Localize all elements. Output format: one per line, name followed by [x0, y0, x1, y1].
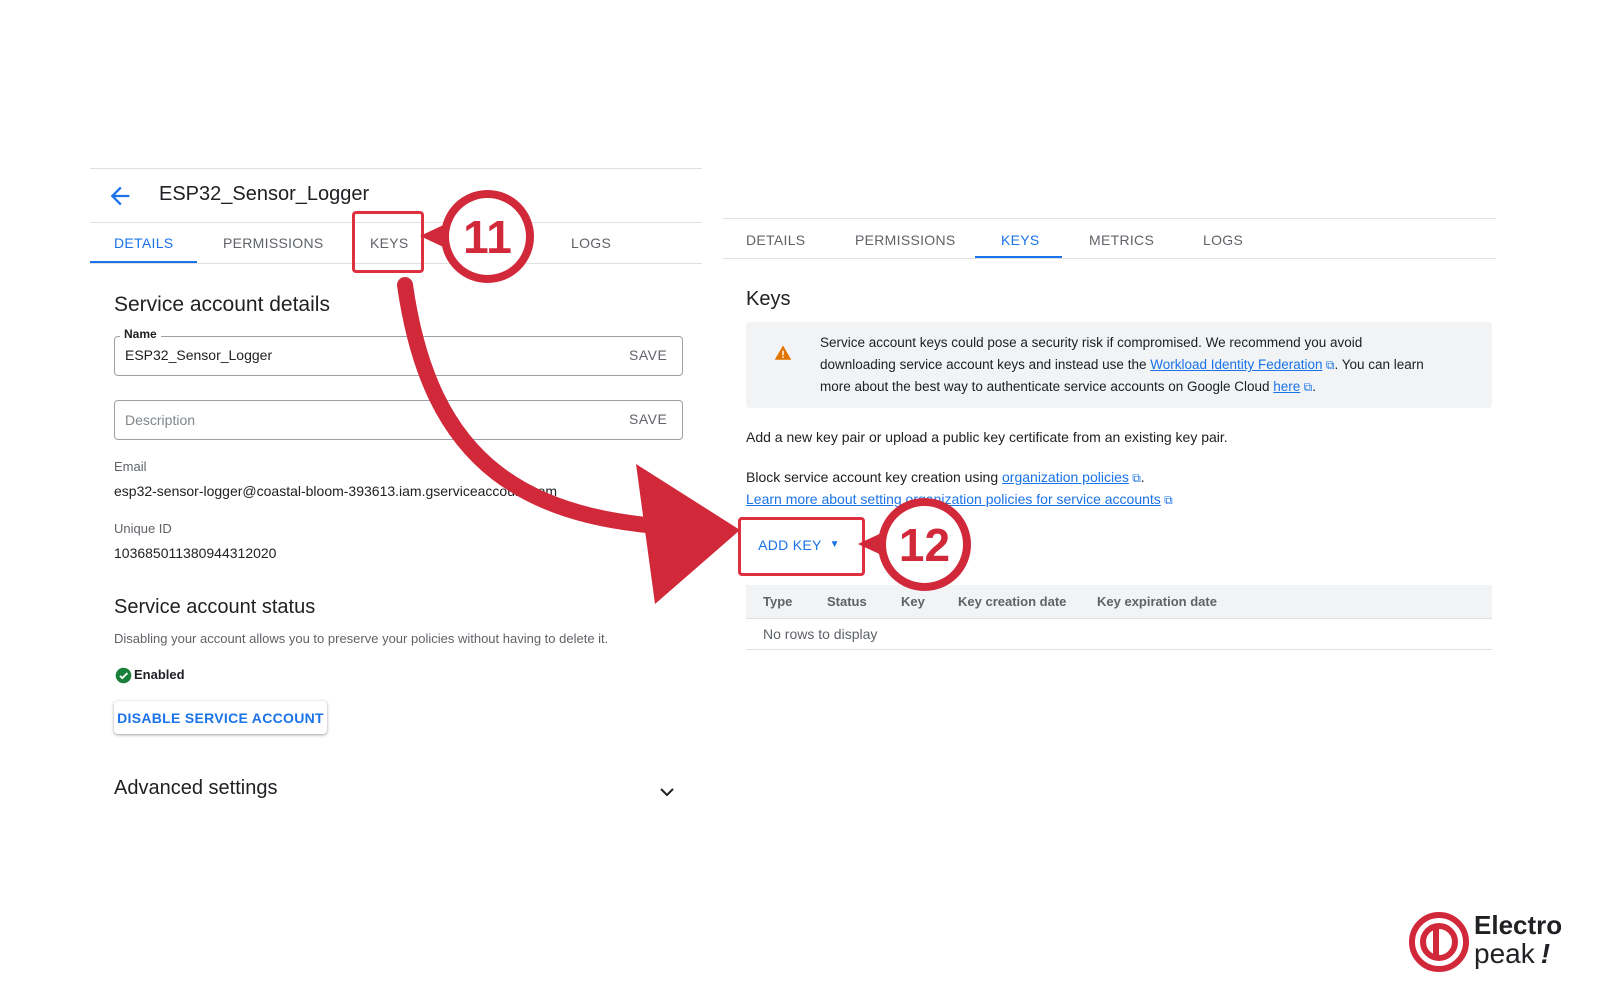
logo-text-electro: Electro — [1474, 910, 1563, 940]
logo-peak-word: peak — [1474, 938, 1535, 969]
logo-exclamation: ! — [1540, 938, 1551, 969]
step-11-badge: 11 — [441, 190, 534, 283]
step-12-badge: 12 — [878, 498, 971, 591]
logo-text-peak: peak! — [1474, 938, 1550, 970]
curved-arrow-annotation — [397, 277, 740, 604]
electropeak-logo-icon — [1409, 912, 1469, 972]
